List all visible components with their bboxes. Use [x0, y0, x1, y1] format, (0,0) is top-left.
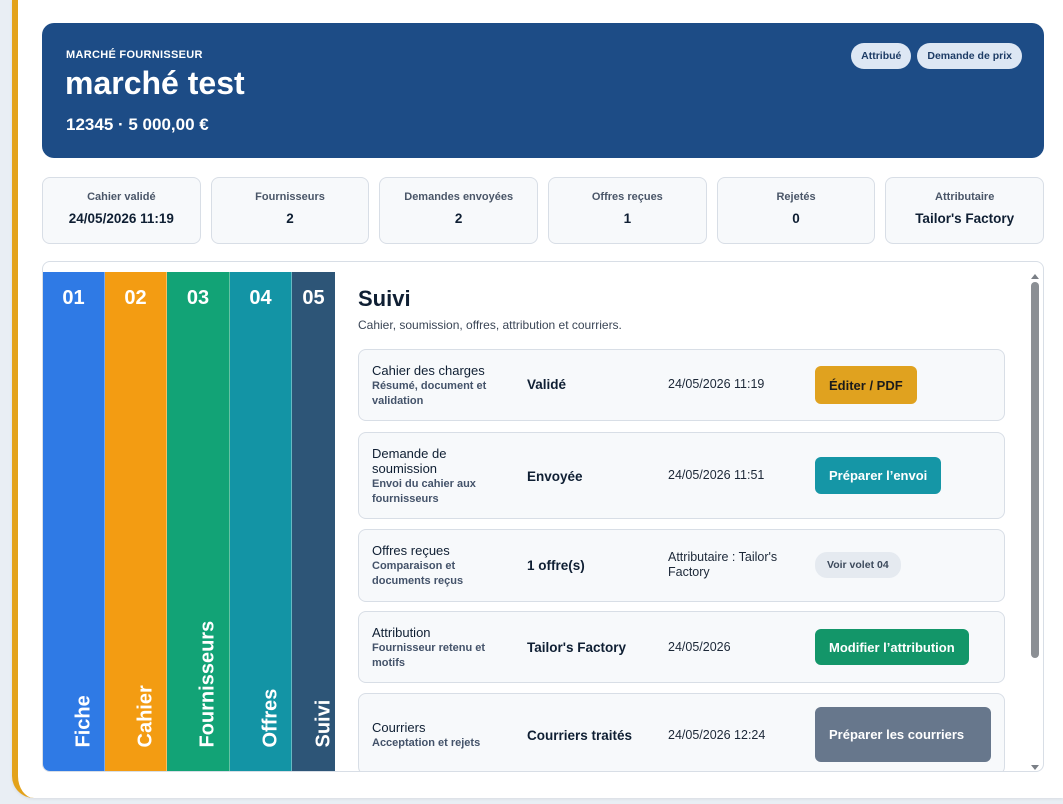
row-info: 24/05/2026 [668, 640, 731, 654]
scrollbar[interactable] [1027, 274, 1043, 770]
row-title: Demande de soumission [372, 446, 447, 476]
header-subtitle: 12345 · 5 000,00 € [66, 115, 209, 134]
tab-offres[interactable]: 04 Offres [230, 272, 292, 771]
stat-value: 0 [792, 211, 800, 226]
section-description: Cahier, soumission, offres, attribution … [358, 318, 622, 332]
row-info: 24/05/2026 11:51 [668, 468, 765, 482]
suivi-content: Suivi Cahier, soumission, offres, attrib… [358, 262, 1018, 771]
list-item-courriers: Courriers Acceptation et rejets Courrier… [358, 693, 1005, 771]
row-title: Courriers [372, 720, 426, 735]
stat-label: Offres reçues [591, 191, 663, 203]
tab-label: Suivi [312, 699, 334, 748]
tab-label: Cahier [134, 685, 156, 748]
edit-pdf-button[interactable]: Éditer / PDF [815, 366, 917, 404]
tab-cahier[interactable]: 02 Cahier [105, 272, 167, 771]
stat-value: 2 [454, 211, 463, 226]
stat-value: Tailor's Factory [915, 211, 1015, 226]
stat-offres-recues: Offres reçues 1 [548, 177, 707, 244]
list-item-soumission: Demande de soumission Envoi du cahier au… [358, 432, 1005, 519]
see-tab-04-button[interactable]: Voir volet 04 [815, 552, 901, 578]
row-status: Envoyée [527, 469, 583, 484]
stat-attributaire: Attributaire Tailor's Factory [885, 177, 1045, 244]
status-badge-attribue: Attribué [851, 43, 912, 69]
stat-label: Attributaire [935, 191, 995, 203]
row-subtitle: Résumé, document et validation [372, 380, 487, 407]
row-status: Validé [527, 377, 567, 392]
tab-fiche[interactable]: 01 Fiche [43, 272, 105, 771]
edit-attribution-button[interactable]: Modifier l’attribution [815, 629, 969, 665]
list-item-cahier: Cahier des charges Résumé, document et v… [358, 349, 1005, 421]
row-title: Offres reçues [372, 543, 450, 558]
page-title: marché test [65, 65, 245, 101]
row-title: Cahier des charges [372, 363, 485, 378]
tab-label: Fournisseurs [196, 620, 219, 748]
prepare-letters-button[interactable]: Préparer les courriers [815, 707, 991, 762]
row-subtitle: Comparaison et documents reçus [372, 560, 464, 587]
tab-fournisseurs[interactable]: 03 Fournisseurs [167, 272, 230, 771]
tab-suivi[interactable]: 05 Suivi [292, 272, 335, 771]
tab-number: 05 [302, 287, 325, 309]
row-status: 1 offre(s) [527, 558, 585, 573]
row-subtitle: Fournisseur retenu et motifs [372, 642, 486, 669]
status-badges: Attribué Demande de prix [851, 43, 1022, 69]
prepare-send-button[interactable]: Préparer l’envoi [815, 457, 942, 494]
stat-label: Rejetés [776, 191, 816, 203]
stat-rejetes: Rejetés 0 [716, 177, 876, 244]
tab-number: 03 [186, 287, 210, 309]
row-info: 24/05/2026 11:19 [668, 377, 765, 391]
row-title: Attribution [372, 625, 431, 640]
tab-number: 04 [249, 287, 272, 309]
stat-fournisseurs: Fournisseurs 2 [210, 177, 370, 244]
list-item-offres: Offres reçues Comparaison et documents r… [358, 529, 1005, 602]
row-status: Tailor's Factory [527, 640, 626, 655]
row-info: 24/05/2026 12:24 [668, 728, 766, 742]
workflow-panel: 01 Fiche 02 Cahier 03 Fournisseurs 04 Of… [42, 261, 1044, 772]
tab-number: 01 [62, 287, 85, 309]
section-title: Suivi [358, 286, 411, 311]
tab-label: Offres [259, 688, 281, 748]
status-badge-demande-prix: Demande de prix [917, 43, 1022, 69]
scroll-down-icon[interactable] [1031, 765, 1039, 770]
stat-label: Cahier validé [87, 191, 156, 203]
header-eyebrow: MARCHÉ FOURNISSEUR [66, 49, 203, 61]
stat-value: 2 [286, 211, 294, 226]
stats-bar: Cahier validé 24/05/2026 11:19 Fournisse… [42, 177, 1045, 244]
row-status: Courriers traités [527, 728, 633, 743]
row-subtitle: Envoi du cahier aux fournisseurs [372, 478, 476, 505]
scroll-up-icon[interactable] [1031, 274, 1039, 279]
stat-cahier-valide: Cahier validé 24/05/2026 11:19 [42, 177, 201, 244]
row-info: Attributaire : Tailor's Factory [668, 550, 778, 579]
row-subtitle: Acceptation et rejets [372, 737, 481, 749]
stat-label: Fournisseurs [255, 191, 325, 203]
header-banner: MARCHÉ FOURNISSEUR marché test 12345 · 5… [42, 23, 1044, 158]
tab-number: 02 [124, 287, 147, 309]
list-item-attribution: Attribution Fournisseur retenu et motifs… [358, 611, 1005, 683]
stat-value: 24/05/2026 11:19 [68, 211, 174, 226]
stat-demandes-envoyees: Demandes envoyées 2 [379, 177, 539, 244]
vertical-tabs: 01 Fiche 02 Cahier 03 Fournisseurs 04 Of… [43, 272, 335, 771]
stat-value: 1 [623, 211, 632, 226]
tab-label: Fiche [72, 695, 94, 748]
stat-label: Demandes envoyées [404, 191, 514, 203]
scrollbar-thumb[interactable] [1031, 282, 1039, 658]
